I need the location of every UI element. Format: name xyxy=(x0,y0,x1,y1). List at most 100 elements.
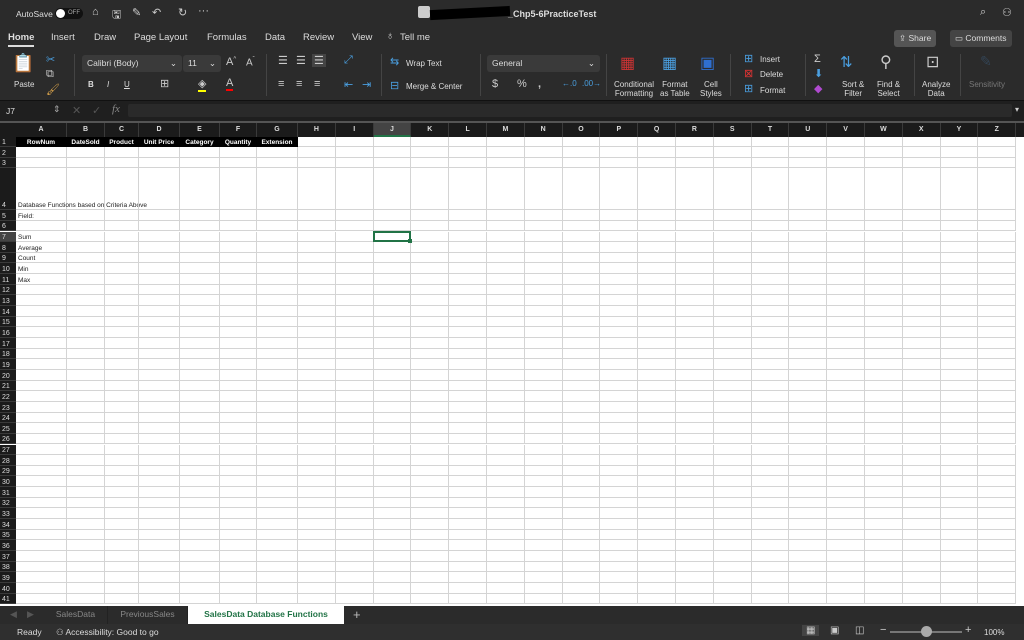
orientation-icon[interactable]: ⤢ xyxy=(344,54,353,67)
cell-F35[interactable] xyxy=(220,529,257,541)
cell-W13[interactable] xyxy=(865,295,903,307)
cell-L14[interactable] xyxy=(449,306,487,317)
cell-U38[interactable] xyxy=(789,561,828,573)
cell-T12[interactable] xyxy=(751,284,790,296)
cell-W11[interactable] xyxy=(865,274,903,285)
cell-G2[interactable] xyxy=(257,147,298,158)
cell-M2[interactable] xyxy=(487,147,525,158)
cell-H25[interactable] xyxy=(298,423,336,434)
cell-J26[interactable] xyxy=(373,433,412,445)
cell-P10[interactable] xyxy=(600,263,639,275)
cell-G32[interactable] xyxy=(257,497,298,509)
cell-Q9[interactable] xyxy=(638,252,676,264)
cell-Z41[interactable] xyxy=(978,593,1017,605)
cell-W17[interactable] xyxy=(865,338,903,349)
cell-L13[interactable] xyxy=(449,295,487,307)
cell-V40[interactable] xyxy=(827,582,865,594)
cell-E29[interactable] xyxy=(180,465,220,477)
cell-C26[interactable] xyxy=(105,433,139,445)
cell-Q26[interactable] xyxy=(638,433,676,445)
cell-H32[interactable] xyxy=(298,497,336,509)
cell-N15[interactable] xyxy=(524,316,563,328)
cell-W39[interactable] xyxy=(865,572,903,583)
cell-I9[interactable] xyxy=(335,252,374,264)
cell-A10[interactable]: Min xyxy=(16,263,67,275)
cell-P9[interactable] xyxy=(600,252,639,264)
cell-I36[interactable] xyxy=(335,540,374,551)
cell-Q39[interactable] xyxy=(638,572,676,583)
cell-H19[interactable] xyxy=(298,359,336,370)
cell-U7[interactable] xyxy=(789,231,828,243)
cell-T34[interactable] xyxy=(751,519,790,530)
cell-O40[interactable] xyxy=(562,582,601,594)
cell-X13[interactable] xyxy=(902,295,941,307)
cell-Z8[interactable] xyxy=(978,242,1017,253)
cell-S15[interactable] xyxy=(713,316,752,328)
cell-E11[interactable] xyxy=(180,274,220,285)
cell-H41[interactable] xyxy=(298,593,336,605)
cell-M18[interactable] xyxy=(487,348,525,360)
tab-view[interactable]: View xyxy=(352,32,372,43)
cell-F32[interactable] xyxy=(220,497,257,509)
column-header-Y[interactable]: Y xyxy=(940,123,979,137)
cell-U26[interactable] xyxy=(789,433,828,445)
cell-V16[interactable] xyxy=(827,327,865,338)
cell-C17[interactable] xyxy=(105,338,139,349)
cell-X41[interactable] xyxy=(902,593,941,605)
cell-Q6[interactable] xyxy=(638,220,676,232)
row-header-12[interactable]: 12 xyxy=(0,284,16,296)
cell-F17[interactable] xyxy=(220,338,257,349)
cell-X22[interactable] xyxy=(902,391,941,402)
cell-P23[interactable] xyxy=(600,401,639,413)
cell-C40[interactable] xyxy=(105,582,139,594)
cell-D3[interactable] xyxy=(139,157,180,169)
cell-D32[interactable] xyxy=(139,497,180,509)
cell-A2[interactable] xyxy=(16,147,67,158)
cell-Q22[interactable] xyxy=(638,391,676,402)
cell-J36[interactable] xyxy=(373,540,412,551)
cell-W14[interactable] xyxy=(865,306,903,317)
cell-O38[interactable] xyxy=(562,561,601,573)
cell-A40[interactable] xyxy=(16,582,67,594)
cell-Y13[interactable] xyxy=(940,295,979,307)
cell-B20[interactable] xyxy=(67,369,105,381)
cell-M32[interactable] xyxy=(487,497,525,509)
row-header-5[interactable]: 5 xyxy=(0,210,16,221)
cell-M27[interactable] xyxy=(487,444,525,456)
cell-Q34[interactable] xyxy=(638,519,676,530)
row-header-7[interactable]: 7 xyxy=(0,231,16,243)
cell-T16[interactable] xyxy=(751,327,790,338)
cell-H7[interactable] xyxy=(298,231,336,243)
cell-S28[interactable] xyxy=(713,455,752,466)
column-header-M[interactable]: M xyxy=(487,123,525,137)
cell-M19[interactable] xyxy=(487,359,525,370)
cell-Y11[interactable] xyxy=(940,274,979,285)
cell-W29[interactable] xyxy=(865,465,903,477)
cell-N2[interactable] xyxy=(524,147,563,158)
cell-J9[interactable] xyxy=(373,252,412,264)
cell-P33[interactable] xyxy=(600,508,639,520)
cell-Y30[interactable] xyxy=(940,476,979,488)
italic-button[interactable]: I xyxy=(107,80,109,89)
cell-O14[interactable] xyxy=(562,306,601,317)
cell-A8[interactable]: Average xyxy=(16,242,67,253)
tab-draw[interactable]: Draw xyxy=(94,32,116,43)
cell-D6[interactable] xyxy=(139,220,180,232)
cell-F13[interactable] xyxy=(220,295,257,307)
cell-C9[interactable] xyxy=(105,252,139,264)
wrap-text-button[interactable]: Wrap Text xyxy=(406,59,442,68)
cell-U15[interactable] xyxy=(789,316,828,328)
cell-U32[interactable] xyxy=(789,497,828,509)
cell-K32[interactable] xyxy=(411,497,450,509)
cell-M15[interactable] xyxy=(487,316,525,328)
cell-L22[interactable] xyxy=(449,391,487,402)
cell-Q40[interactable] xyxy=(638,582,676,594)
cell-C5[interactable] xyxy=(105,210,139,221)
cell-G17[interactable] xyxy=(257,338,298,349)
cell-B9[interactable] xyxy=(67,252,105,264)
cell-A28[interactable] xyxy=(16,455,67,466)
cell-G31[interactable] xyxy=(257,487,298,498)
page-break-view-icon[interactable]: ◫ xyxy=(855,625,864,636)
cell-R34[interactable] xyxy=(676,519,714,530)
cell-A15[interactable] xyxy=(16,316,67,328)
